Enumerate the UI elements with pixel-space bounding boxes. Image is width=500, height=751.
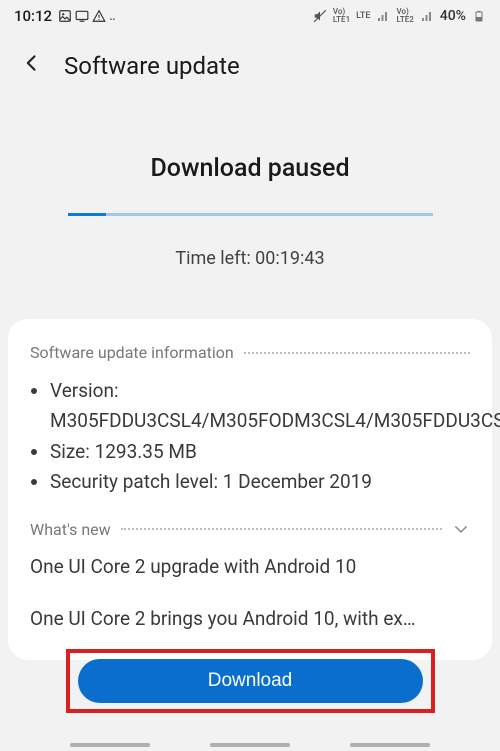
info-size: Size: 1293.35 MB xyxy=(50,437,470,467)
status-time: 10:12 xyxy=(14,7,52,25)
divider-dots xyxy=(244,352,470,354)
signal2-icon xyxy=(420,9,434,23)
whats-new-line1: One UI Core 2 upgrade with Android 10 xyxy=(30,553,470,582)
lte-label: LTE xyxy=(356,11,370,21)
info-list: Version: M305FDDU3CSL4/M305FODM3CSL4/M30… xyxy=(30,376,470,498)
battery-icon xyxy=(472,9,486,23)
whats-new-line2: One UI Core 2 brings you Android 10, wit… xyxy=(30,605,470,634)
whats-new-body: One UI Core 2 upgrade with Android 10 On… xyxy=(30,553,470,634)
signal1-icon xyxy=(376,9,390,23)
info-card: Software update information Version: M30… xyxy=(8,319,492,660)
divider-dots xyxy=(121,528,442,530)
progress-fill xyxy=(68,213,106,216)
warning-icon xyxy=(92,9,106,23)
mute-icon xyxy=(313,9,327,23)
info-version: Version: M305FDDU3CSL4/M305FODM3CSL4/M30… xyxy=(50,376,470,437)
time-left-label: Time left: 00:19:43 xyxy=(0,248,500,269)
download-heading: Download paused xyxy=(0,154,500,183)
nav-back[interactable] xyxy=(350,743,430,747)
sim2-label: Vo)LTE2 xyxy=(396,8,413,24)
chevron-left-icon xyxy=(22,53,42,73)
status-bar: 10:12 ‥ Vo)LTE1 LTE Vo)LTE2 40% xyxy=(0,0,500,32)
progress-bar xyxy=(68,213,433,216)
download-button[interactable]: Download xyxy=(78,659,423,703)
back-button[interactable] xyxy=(22,53,42,79)
download-highlight-box: Download xyxy=(66,649,435,713)
battery-pct: 40% xyxy=(440,8,466,24)
image-icon xyxy=(58,9,72,23)
bottom-action-area: Download xyxy=(0,649,500,713)
status-left: 10:12 ‥ xyxy=(14,7,116,25)
status-right: Vo)LTE1 LTE Vo)LTE2 40% xyxy=(313,8,486,24)
screen-icon xyxy=(75,9,89,23)
info-section-header: Software update information xyxy=(30,343,470,362)
notification-icons: ‥ xyxy=(58,9,115,24)
chevron-down-icon xyxy=(452,520,470,538)
system-nav-bar xyxy=(0,743,500,747)
info-section-label: Software update information xyxy=(30,343,234,362)
sim1-label: Vo)LTE1 xyxy=(333,8,350,24)
app-header: Software update xyxy=(0,32,500,96)
info-patch: Security patch level: 1 December 2019 xyxy=(50,467,470,497)
whats-new-label: What's new xyxy=(30,520,111,539)
download-status-section: Download paused Time left: 00:19:43 xyxy=(0,96,500,279)
page-title: Software update xyxy=(64,52,240,80)
whats-new-header[interactable]: What's new xyxy=(30,520,470,539)
more-icon: ‥ xyxy=(109,9,115,24)
nav-home[interactable] xyxy=(210,743,290,747)
nav-recents[interactable] xyxy=(70,743,150,747)
